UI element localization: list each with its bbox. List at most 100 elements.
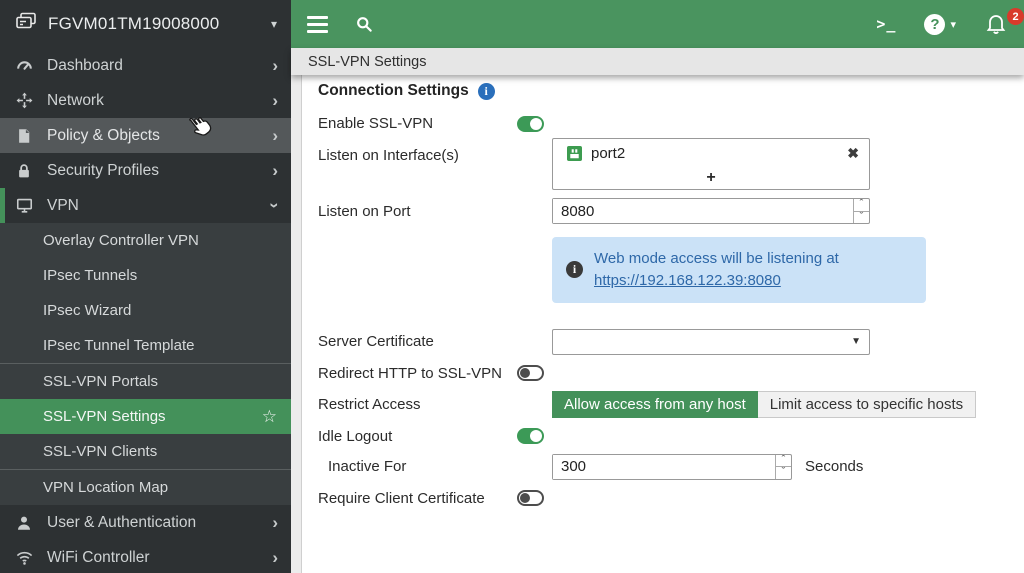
device-selector[interactable]: FGVM01TM19008000 ▾ — [0, 0, 291, 48]
listen-port-input[interactable] — [553, 199, 853, 223]
submenu-label: IPsec Wizard — [43, 302, 131, 319]
device-icon — [14, 10, 38, 39]
sidebar-item-label: VPN — [47, 197, 79, 215]
hamburger-menu-icon[interactable] — [307, 16, 328, 33]
policy-icon — [14, 126, 34, 146]
lock-icon — [14, 161, 34, 181]
section-info-icon[interactable]: i — [478, 83, 495, 100]
sidebar-item-wifi-controller[interactable]: WiFi Controller › — [0, 540, 291, 573]
tab-bar: SSL-VPN Settings — [291, 48, 1024, 75]
tab-ssl-vpn-settings[interactable]: SSL-VPN Settings — [308, 54, 426, 70]
interface-name: port2 — [591, 145, 625, 162]
redirect-http-toggle[interactable] — [517, 365, 544, 381]
gauge-icon — [14, 56, 34, 76]
field-label: Require Client Certificate — [302, 490, 517, 507]
alert-text: Web mode access will be listening at — [594, 250, 839, 267]
submenu-label: Overlay Controller VPN — [43, 232, 199, 249]
settings-panel: Connection Settings i Enable SSL-VPN Lis… — [302, 75, 1024, 573]
notifications-button[interactable]: 2 — [984, 11, 1010, 37]
submenu-label: SSL-VPN Clients — [43, 443, 157, 460]
top-navbar: >_ ? ▾ 2 — [291, 0, 1024, 48]
field-redirect-http: Redirect HTTP to SSL-VPN — [302, 365, 1024, 382]
listen-port-inputbox: ˆˇ — [552, 198, 870, 224]
chevron-right-icon: › — [272, 162, 278, 179]
web-mode-alert-row: i Web mode access will be listening at h… — [302, 237, 1024, 303]
fortigate-app: FGVM01TM19008000 ▾ Dashboard › Network › — [0, 0, 1024, 573]
sidebar-item-label: Policy & Objects — [47, 127, 160, 145]
remove-interface-icon[interactable]: ✖ — [847, 145, 859, 162]
device-name: FGVM01TM19008000 — [48, 14, 219, 34]
web-mode-alert: i Web mode access will be listening at h… — [552, 237, 926, 303]
interface-list: port2 ✖ + — [552, 138, 870, 190]
server-certificate-select[interactable]: ▼ — [552, 329, 870, 355]
submenu-label: IPsec Tunnel Template — [43, 337, 194, 354]
field-label: Inactive For — [302, 458, 517, 475]
listen-port-spinner[interactable]: ˆˇ — [853, 199, 869, 223]
monitor-icon — [14, 196, 34, 216]
sidebar-item-ssl-vpn-portals[interactable]: SSL-VPN Portals — [0, 364, 291, 399]
field-require-client-cert: Require Client Certificate — [302, 490, 1024, 507]
chevron-right-icon: › — [272, 549, 278, 566]
bell-icon — [984, 11, 1008, 35]
sidebar-item-vpn-location-map[interactable]: VPN Location Map — [0, 470, 291, 505]
sidebar-item-security-profiles[interactable]: Security Profiles › — [0, 153, 291, 188]
sidebar-item-overlay-controller-vpn[interactable]: Overlay Controller VPN — [0, 223, 291, 258]
idle-logout-toggle[interactable] — [517, 428, 544, 444]
add-interface-button[interactable]: + — [553, 167, 869, 189]
sidebar-item-label: User & Authentication — [47, 514, 196, 532]
sidebar-item-dashboard[interactable]: Dashboard › — [0, 48, 291, 83]
interface-entry[interactable]: port2 ✖ — [553, 139, 869, 167]
option-limit-hosts[interactable]: Limit access to specific hosts — [758, 391, 976, 418]
user-icon — [14, 513, 34, 533]
chevron-right-icon: › — [272, 514, 278, 531]
require-client-cert-toggle[interactable] — [517, 490, 544, 506]
wifi-icon — [14, 548, 34, 568]
help-menu[interactable]: ? ▾ — [924, 14, 956, 35]
restrict-access-segmented: Allow access from any host Limit access … — [552, 391, 976, 418]
sidebar-item-ipsec-tunnels[interactable]: IPsec Tunnels — [0, 258, 291, 293]
submenu-label: IPsec Tunnels — [43, 267, 137, 284]
sidebar-item-vpn[interactable]: VPN › — [0, 188, 291, 223]
cli-console-icon[interactable]: >_ — [876, 15, 896, 33]
inactive-for-input[interactable] — [553, 455, 775, 479]
interface-icon — [567, 146, 582, 161]
field-listen-port: Listen on Port ˆˇ — [302, 198, 1024, 224]
content-area: Connection Settings i Enable SSL-VPN Lis… — [291, 75, 1024, 573]
help-icon: ? — [924, 14, 945, 35]
sidebar-item-network[interactable]: Network › — [0, 83, 291, 118]
sidebar: FGVM01TM19008000 ▾ Dashboard › Network › — [0, 0, 291, 573]
chevron-right-icon: › — [272, 92, 278, 109]
sidebar-item-label: WiFi Controller — [47, 549, 149, 567]
sidebar-item-ipsec-tunnel-template[interactable]: IPsec Tunnel Template — [0, 328, 291, 363]
device-caret-icon: ▾ — [271, 17, 277, 31]
sidebar-item-label: Security Profiles — [47, 162, 159, 180]
field-label: Enable SSL-VPN — [302, 115, 517, 132]
sidebar-item-ssl-vpn-clients[interactable]: SSL-VPN Clients — [0, 434, 291, 469]
field-inactive-for: Inactive For ˆˇ Seconds — [302, 454, 1024, 480]
field-label: Restrict Access — [302, 396, 517, 413]
arrows-move-icon — [14, 91, 34, 111]
sidebar-item-ipsec-wizard[interactable]: IPsec Wizard — [0, 293, 291, 328]
info-icon: i — [566, 261, 583, 278]
field-restrict-access: Restrict Access Allow access from any ho… — [302, 391, 1024, 418]
sidebar-item-ssl-vpn-settings[interactable]: SSL-VPN Settings ☆ — [0, 399, 291, 434]
submenu-label: SSL-VPN Portals — [43, 373, 158, 390]
field-label: Server Certificate — [302, 333, 517, 350]
notification-badge: 2 — [1007, 8, 1024, 25]
inactive-for-inputbox: ˆˇ — [552, 454, 792, 480]
chevron-right-icon: › — [272, 57, 278, 74]
sidebar-item-user-authentication[interactable]: User & Authentication › — [0, 505, 291, 540]
option-allow-any-host[interactable]: Allow access from any host — [552, 391, 758, 418]
field-enable-ssl-vpn: Enable SSL-VPN — [302, 115, 1024, 132]
listen-url-link[interactable]: https://192.168.122.39:8080 — [594, 272, 781, 289]
submenu-label: SSL-VPN Settings — [43, 408, 166, 425]
chevron-down-icon: › — [267, 203, 284, 209]
favorite-star-icon[interactable]: ☆ — [262, 407, 277, 427]
field-label: Listen on Interface(s) — [302, 138, 517, 164]
search-icon[interactable] — [354, 14, 374, 34]
inactive-for-spinner[interactable]: ˆˇ — [775, 455, 791, 479]
help-caret-icon: ▾ — [950, 18, 956, 31]
sidebar-item-policy-objects[interactable]: Policy & Objects › — [0, 118, 291, 153]
enable-ssl-vpn-toggle[interactable] — [517, 116, 544, 132]
section-header: Connection Settings i — [302, 82, 1024, 100]
